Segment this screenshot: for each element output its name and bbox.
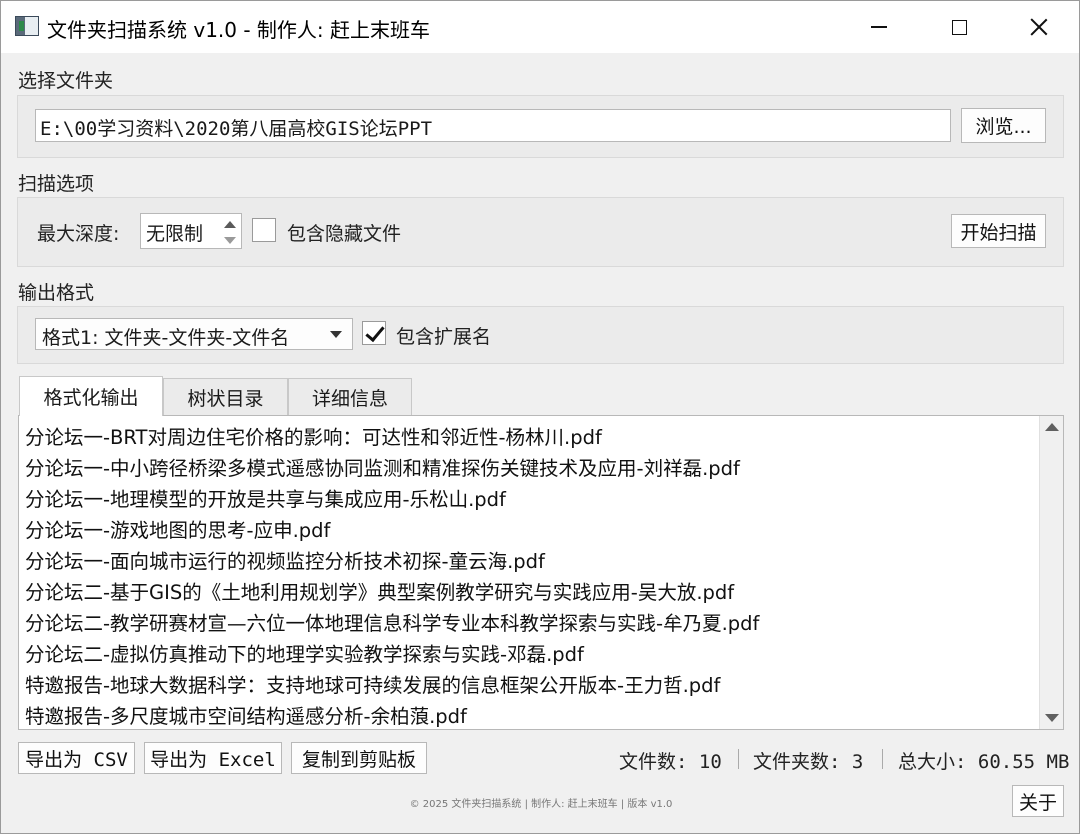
folder-section-label: 选择文件夹 [18,70,114,92]
close-icon [1030,18,1048,36]
close-button[interactable] [999,1,1079,53]
list-item: 特邀报告-多尺度城市空间结构遥感分析-余柏蒗.pdf [25,705,467,728]
max-depth-value: 无限制 [146,223,204,245]
format-select[interactable]: 格式1: 文件夹-文件夹-文件名 [35,318,353,350]
app-icon [15,16,39,36]
minimize-icon [871,26,887,28]
list-item: 分论坛一-地理模型的开放是共享与集成应用-乐松山.pdf [25,488,506,511]
spin-up-icon[interactable] [224,221,236,228]
stats-divider [738,749,739,769]
total-size: 总大小: 60.55 MB [898,751,1070,773]
window-title: 文件夹扫描系统 v1.0 - 制作人: 赶上末班车 [47,18,431,42]
title-bar: 文件夹扫描系统 v1.0 - 制作人: 赶上末班车 [1,1,1079,53]
maximize-icon [951,19,967,35]
list-item: 分论坛一-游戏地图的思考-应申.pdf [25,519,331,542]
list-item: 分论坛二-虚拟仿真推动下的地理学实验教学探索与实践-邓磊.pdf [25,643,584,666]
checkmark-icon [365,321,385,343]
list-item: 分论坛一-面向城市运行的视频监控分析技术初探-童云海.pdf [25,550,545,573]
folder-count: 文件夹数: 3 [753,751,864,773]
file-count: 文件数: 10 [619,751,722,773]
tab-formatted-output[interactable]: 格式化输出 [19,376,163,416]
list-item: 分论坛二-基于GIS的《土地利用规划学》典型案例教学研究与实践应用-吴大放.pd… [25,581,735,604]
spin-down-icon[interactable] [224,237,236,244]
max-depth-spinbox[interactable]: 无限制 [140,213,242,249]
export-excel-button[interactable]: 导出为 Excel [144,742,282,774]
footer-text: © 2025 文件夹扫描系统 | 制作人: 赶上末班车 | 版本 v1.0 [409,799,673,810]
browse-button[interactable]: 浏览... [961,108,1046,143]
start-scan-button[interactable]: 开始扫描 [951,214,1046,248]
app-window: 文件夹扫描系统 v1.0 - 制作人: 赶上末班车 选择文件夹 E:\00学习资… [0,0,1080,834]
folder-group: E:\00学习资料\2020第八届高校GIS论坛PPT 浏览... [17,95,1064,158]
vertical-scrollbar[interactable] [1039,416,1063,729]
format-select-value: 格式1: 文件夹-文件夹-文件名 [42,327,290,349]
list-item: 分论坛一-BRT对周边住宅价格的影响：可达性和邻近性-杨林川.pdf [25,426,602,449]
scan-section-label: 扫描选项 [18,173,95,195]
output-section-label: 输出格式 [18,282,95,304]
copy-clipboard-button[interactable]: 复制到剪贴板 [291,742,427,774]
minimize-button[interactable] [839,1,919,53]
output-text-area[interactable]: 分论坛一-BRT对周边住宅价格的影响：可达性和邻近性-杨林川.pdf 分论坛一-… [18,415,1064,730]
include-extension-label: 包含扩展名 [396,326,492,348]
list-item: 分论坛一-中小跨径桥梁多模式遥感协同监测和精准探伤关键技术及应用-刘祥磊.pdf [25,457,740,480]
scan-options-group: 最大深度: 无限制 包含隐藏文件 开始扫描 [17,197,1064,267]
output-format-group: 格式1: 文件夹-文件夹-文件名 包含扩展名 [17,306,1064,364]
maximize-button[interactable] [919,1,999,53]
list-item: 分论坛二-教学研赛材宣—六位一体地理信息科学专业本科教学探索与实践-牟乃夏.pd… [25,612,760,635]
list-item: 特邀报告-地球大数据科学：支持地球可持续发展的信息框架公开版本-王力哲.pdf [25,674,721,697]
scroll-up-icon[interactable] [1045,423,1059,431]
hidden-files-label: 包含隐藏文件 [287,223,402,245]
hidden-files-checkbox[interactable] [252,218,276,242]
include-extension-checkbox[interactable] [362,321,386,345]
folder-path-input[interactable]: E:\00学习资料\2020第八届高校GIS论坛PPT [35,109,951,142]
max-depth-label: 最大深度: [37,223,120,245]
export-csv-button[interactable]: 导出为 CSV [18,742,135,774]
about-button[interactable]: 关于 [1012,785,1064,817]
chevron-down-icon [330,331,342,338]
scroll-down-icon[interactable] [1045,714,1059,722]
stats-divider [882,749,883,769]
spin-arrows[interactable] [219,214,241,248]
tab-details[interactable]: 详细信息 [288,378,412,416]
tab-tree-directory[interactable]: 树状目录 [163,378,288,416]
